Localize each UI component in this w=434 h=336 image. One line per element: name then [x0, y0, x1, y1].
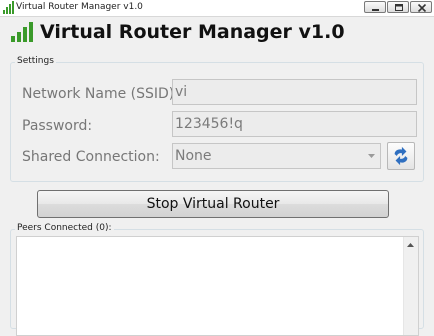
peers-group-label: Peers Connected (0): — [15, 223, 114, 234]
stop-virtual-router-button[interactable]: Stop Virtual Router — [37, 190, 389, 218]
minimize-icon — [372, 9, 379, 11]
close-icon — [417, 4, 427, 12]
password-label: Password: — [22, 118, 93, 134]
shared-connection-value: None — [175, 148, 212, 164]
window-titlebar: Virtual Router Manager v1.0 — [0, 0, 434, 17]
refresh-connections-button[interactable] — [387, 142, 415, 170]
peers-group: Peers Connected (0): — [10, 223, 424, 336]
shared-connection-label: Shared Connection: — [22, 149, 160, 165]
scroll-up-arrow-icon[interactable] — [407, 243, 414, 248]
maximize-icon — [395, 4, 403, 11]
peers-list[interactable] — [16, 236, 419, 336]
maximize-button[interactable] — [387, 1, 409, 13]
password-input[interactable]: 123456!q — [172, 111, 417, 137]
close-button[interactable] — [410, 1, 432, 13]
window-title: Virtual Router Manager v1.0 — [16, 2, 143, 12]
minimize-button[interactable] — [364, 1, 386, 13]
peers-scrollbar[interactable] — [403, 237, 418, 335]
chevron-down-icon — [368, 154, 375, 158]
shared-connection-select[interactable]: None — [172, 143, 381, 169]
page-title: Virtual Router Manager v1.0 — [40, 21, 345, 43]
router-signal-icon — [11, 22, 33, 42]
ssid-label: Network Name (SSID): — [22, 86, 179, 102]
ssid-input[interactable]: vi — [172, 79, 417, 105]
refresh-icon — [394, 146, 408, 166]
app-signal-icon — [3, 1, 14, 14]
settings-group-label: Settings — [15, 56, 56, 67]
